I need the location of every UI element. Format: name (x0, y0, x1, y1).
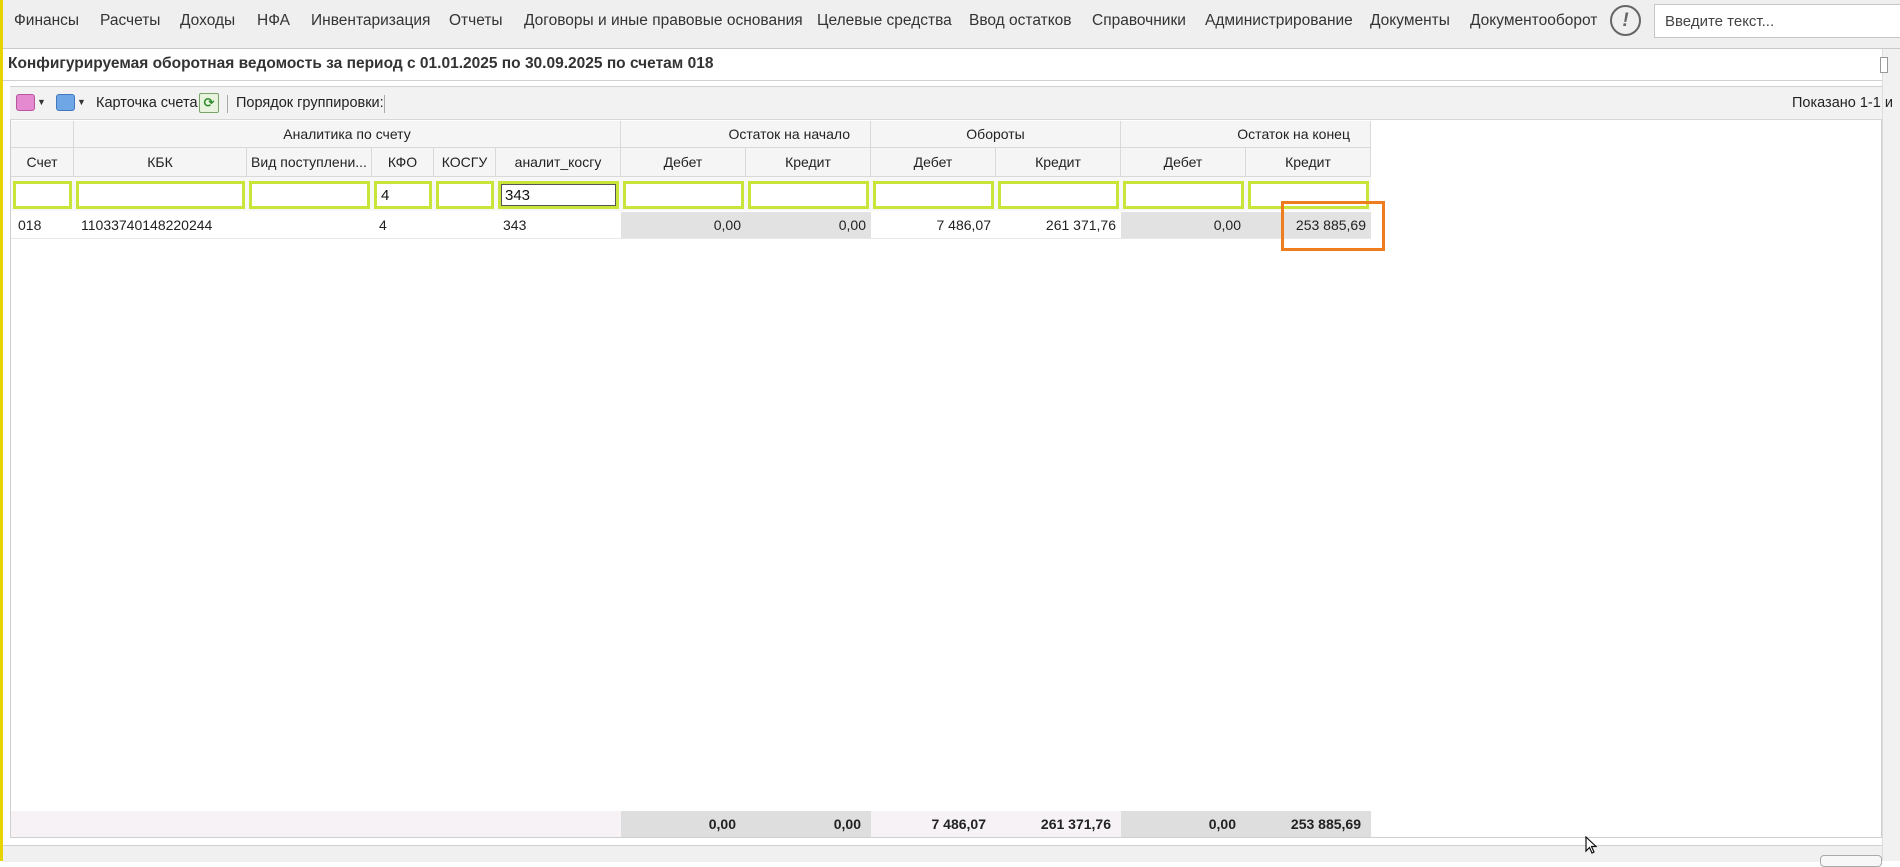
total-closing-debit: 0,00 (1121, 811, 1246, 837)
cell-kfo: 4 (379, 217, 387, 233)
cell-analit-kosgu: 343 (503, 217, 527, 233)
total-turnover-debit: 7 486,07 (931, 816, 987, 832)
filter-kfo-input[interactable] (374, 181, 432, 209)
cell-opening-credit: 0,00 (746, 212, 871, 238)
column-header-income-type[interactable]: Вид поступлени... (247, 148, 372, 177)
filter-closing-credit-input[interactable] (1248, 181, 1369, 209)
menu-item-inventory[interactable]: Инвентаризация (311, 0, 430, 42)
total-turnover-credit: 261 371,76 (1040, 816, 1111, 832)
page-title: Конфигурируемая оборотная ведомость за п… (8, 55, 714, 72)
menu-item-documents[interactable]: Документы (1370, 0, 1450, 42)
left-accent-bar (0, 0, 3, 861)
grouping-order-label: Порядок группировки: (236, 95, 384, 111)
menu-item-calculations[interactable]: Расчеты (100, 0, 160, 42)
menu-item-contracts[interactable]: Договоры и иные правовые основания (524, 0, 803, 42)
main-menu-bar: Финансы Расчеты Доходы НФА Инвентаризаци… (3, 0, 1900, 49)
column-header-closing-debit[interactable]: Дебет (1121, 148, 1246, 177)
search-input[interactable] (1654, 4, 1900, 38)
menu-item-target-funds[interactable]: Целевые средства (817, 0, 952, 42)
band-analytics: Аналитика по счету (74, 121, 621, 148)
account-card-button[interactable]: Карточка счета (96, 87, 198, 120)
cell-turnover-debit: 7 486,07 (936, 217, 992, 233)
right-scrollbar[interactable] (1882, 49, 1900, 861)
column-header-closing-credit[interactable]: Кредит (1246, 148, 1371, 177)
menu-item-income[interactable]: Доходы (180, 0, 235, 42)
band-empty (11, 121, 74, 148)
column-header-account[interactable]: Счет (11, 148, 74, 177)
filter-closing-debit-input[interactable] (1123, 181, 1244, 209)
filter-account-input[interactable] (13, 181, 72, 209)
column-header-turnover-credit[interactable]: Кредит (996, 148, 1121, 177)
menu-item-nfa[interactable]: НФА (257, 0, 290, 42)
menu-item-administration[interactable]: Администрирование (1205, 0, 1353, 42)
total-opening-debit: 0,00 (621, 811, 746, 837)
toolbar-separator (384, 95, 385, 113)
cell-turnover-credit: 261 371,76 (1045, 217, 1116, 233)
cell-closing-credit: 253 885,69 (1246, 212, 1371, 238)
menu-item-document-flow[interactable]: Документооборот (1470, 0, 1597, 42)
cell-income-type (247, 212, 372, 238)
info-icon[interactable]: ! (1610, 5, 1641, 36)
column-header-kbk[interactable]: КБК (74, 148, 247, 177)
print-icon (56, 93, 75, 111)
filter-kosgu-input[interactable] (436, 181, 494, 209)
menu-item-directories[interactable]: Справочники (1092, 0, 1186, 42)
grid-toolbar: ▼ ▼ Карточка счета Порядок группировки: … (10, 87, 1893, 120)
add-icon (16, 93, 35, 111)
band-closing-balance: Остаток на конец (1121, 121, 1371, 148)
band-turnover: Обороты (871, 121, 1121, 148)
column-header-kfo[interactable]: КФО (372, 148, 434, 177)
filter-analit-kosgu-input[interactable] (498, 181, 619, 209)
refresh-icon[interactable]: ⟳ (199, 93, 219, 113)
add-menu-button[interactable]: ▼ (16, 93, 46, 113)
collapse-button[interactable] (1880, 57, 1888, 73)
records-shown-label: Показано 1-1 и (1792, 95, 1893, 111)
total-opening-credit: 0,00 (746, 811, 871, 837)
filter-kbk-input[interactable] (76, 181, 245, 209)
column-header-turnover-debit[interactable]: Дебет (871, 148, 996, 177)
chevron-down-icon: ▼ (77, 97, 86, 108)
cell-closing-debit: 0,00 (1121, 212, 1246, 238)
total-closing-credit: 253 885,69 (1246, 811, 1371, 837)
column-header-opening-credit[interactable]: Кредит (746, 148, 871, 177)
filter-turnover-debit-input[interactable] (873, 181, 994, 209)
cell-opening-debit: 0,00 (621, 212, 746, 238)
column-header-opening-debit[interactable]: Дебет (621, 148, 746, 177)
filter-income-type-input[interactable] (249, 181, 370, 209)
print-menu-button[interactable]: ▼ (56, 93, 86, 113)
menu-item-reports[interactable]: Отчеты (449, 0, 503, 42)
mouse-cursor-icon (1585, 836, 1598, 854)
title-divider (3, 80, 1900, 81)
filter-turnover-credit-input[interactable] (998, 181, 1119, 209)
column-header-analit-kosgu[interactable]: аналит_косгу (496, 148, 621, 177)
menu-item-finance[interactable]: Финансы (14, 0, 79, 42)
menu-item-balance-input[interactable]: Ввод остатков (969, 0, 1072, 42)
filter-opening-debit-input[interactable] (623, 181, 744, 209)
bottom-right-button[interactable] (1820, 855, 1882, 867)
chevron-down-icon: ▼ (37, 97, 46, 108)
toolbar-separator (227, 95, 228, 113)
cell-account: 018 (18, 217, 42, 233)
column-header-kosgu[interactable]: КОСГУ (434, 148, 496, 177)
cell-kosgu (434, 212, 496, 238)
filter-opening-credit-input[interactable] (748, 181, 869, 209)
band-opening-balance: Остаток на начало (621, 121, 871, 148)
cell-kbk: 11033740148220244 (81, 217, 213, 233)
